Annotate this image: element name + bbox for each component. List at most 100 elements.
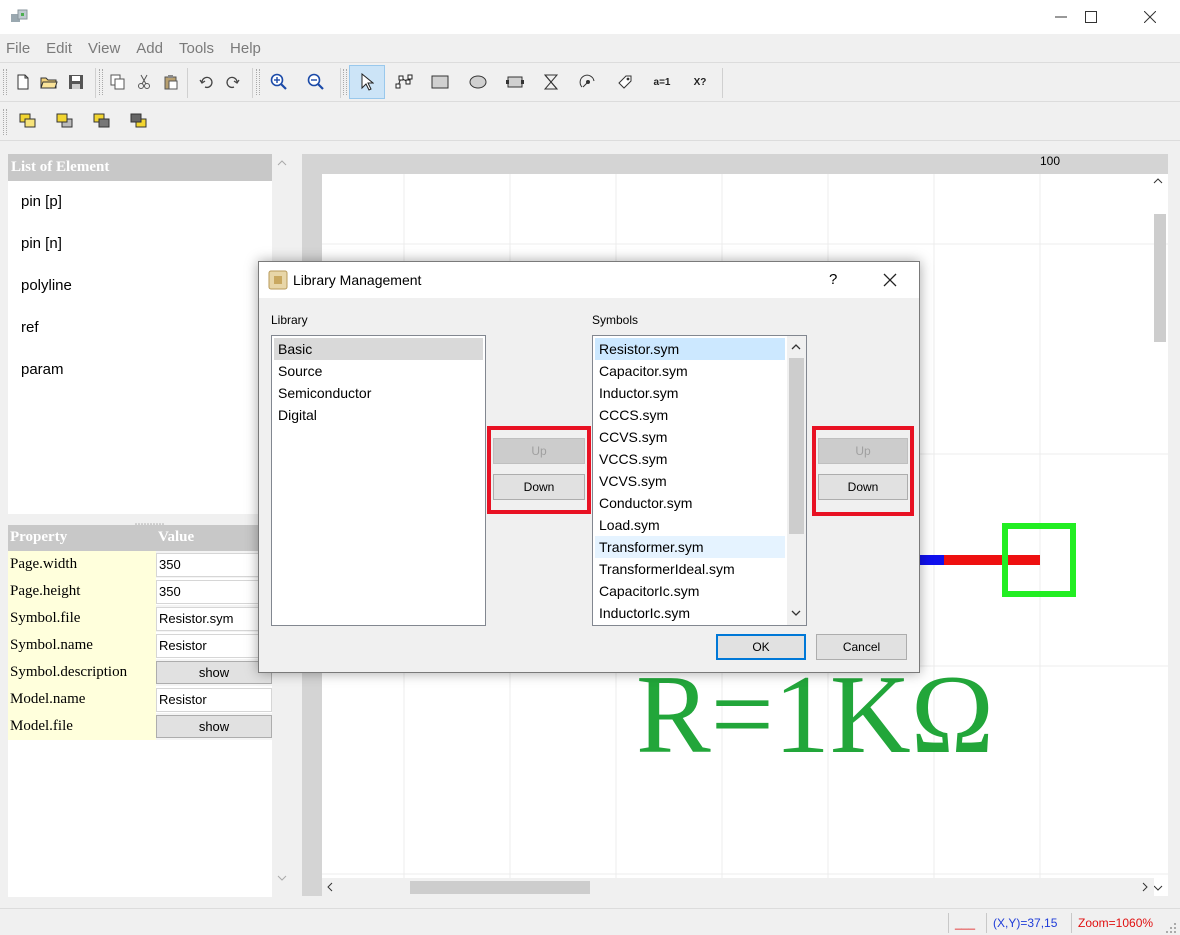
- symbol-up-button[interactable]: Up: [818, 438, 908, 464]
- canvas-vscroll-thumb[interactable]: [1154, 214, 1166, 342]
- undo-icon[interactable]: [192, 68, 220, 96]
- redo-icon[interactable]: [219, 68, 247, 96]
- ok-button[interactable]: OK: [716, 634, 806, 660]
- zoom-in-icon[interactable]: [265, 68, 293, 96]
- paste-icon[interactable]: [157, 68, 185, 96]
- element-item[interactable]: ref: [8, 307, 272, 349]
- toolbar-grip[interactable]: [3, 109, 7, 135]
- symbol-item[interactable]: VCVS.sym: [595, 470, 785, 492]
- element-list-panel: List of Element pin [p] pin [n] polyline…: [8, 154, 272, 514]
- open-folder-icon[interactable]: [35, 68, 63, 96]
- symbols-scrollbar[interactable]: [787, 336, 806, 625]
- symbol-item[interactable]: Conductor.sym: [595, 492, 785, 514]
- resize-grip-icon[interactable]: [1164, 921, 1178, 935]
- value-column-header: Value: [158, 529, 195, 545]
- symbol-item[interactable]: Resistor.sym: [595, 338, 785, 360]
- param-assign-button[interactable]: a=1: [648, 68, 676, 96]
- zoom-out-icon[interactable]: [302, 68, 330, 96]
- new-file-icon[interactable]: [9, 68, 37, 96]
- query-button[interactable]: X?: [686, 68, 714, 96]
- copy-icon[interactable]: [104, 68, 132, 96]
- property-row: Symbol.file Resistor.sym: [8, 605, 272, 632]
- menu-edit[interactable]: Edit: [46, 38, 72, 60]
- symbol-item[interactable]: InductorIc.sym: [595, 602, 785, 624]
- canvas-hscroll[interactable]: [322, 878, 1154, 896]
- arc-tool-icon[interactable]: [537, 68, 565, 96]
- library-item-semiconductor[interactable]: Semiconductor: [274, 382, 483, 404]
- toolbar-grip[interactable]: [256, 69, 260, 95]
- symbol-item[interactable]: CapacitorIc.sym: [595, 580, 785, 602]
- menu-add[interactable]: Add: [136, 38, 163, 60]
- curve-tool-icon[interactable]: [574, 68, 602, 96]
- main-toolbar: a=1 X?: [0, 62, 1180, 102]
- symbol-down-button[interactable]: Down: [818, 474, 908, 500]
- page-height-field[interactable]: 350: [156, 579, 272, 604]
- library-item-source[interactable]: Source: [274, 360, 483, 382]
- symbol-item[interactable]: Transformer.sym: [595, 536, 785, 558]
- symbol-name-field[interactable]: Resistor: [156, 633, 272, 658]
- symbols-scroll-thumb[interactable]: [789, 358, 804, 534]
- symbol-item[interactable]: CCVS.sym: [595, 426, 785, 448]
- dialog-titlebar: Library Management ?: [259, 262, 919, 298]
- property-header: Property Value: [8, 525, 272, 551]
- ellipse-tool-icon[interactable]: [464, 68, 492, 96]
- select-pointer-icon[interactable]: [349, 65, 385, 99]
- property-key: Symbol.description: [8, 659, 156, 686]
- bring-to-front-icon[interactable]: [14, 107, 42, 135]
- rectangle-tool-icon[interactable]: [426, 68, 454, 96]
- menu-help[interactable]: Help: [230, 38, 261, 60]
- polyline-tool-icon[interactable]: [390, 68, 418, 96]
- library-down-button[interactable]: Down: [493, 474, 585, 500]
- property-column-header: Property: [10, 529, 68, 545]
- bring-forward-icon[interactable]: [51, 107, 79, 135]
- page-width-field[interactable]: 350: [156, 552, 272, 577]
- line-style-sample: ___: [948, 913, 986, 933]
- element-item[interactable]: pin [n]: [8, 223, 272, 265]
- element-item[interactable]: polyline: [8, 265, 272, 307]
- symbol-item[interactable]: TransformerIdeal.sym: [595, 558, 785, 580]
- element-item[interactable]: param: [8, 349, 272, 391]
- panel-splitter[interactable]: [8, 516, 272, 525]
- symbol-item[interactable]: Load.sym: [595, 514, 785, 536]
- symbol-file-field[interactable]: Resistor.sym: [156, 606, 272, 631]
- menu-file[interactable]: File: [6, 38, 30, 60]
- symbols-list[interactable]: Resistor.sym Capacitor.sym Inductor.sym …: [592, 335, 807, 626]
- menu-tools[interactable]: Tools: [179, 38, 214, 60]
- cut-icon[interactable]: [130, 68, 158, 96]
- property-row: Symbol.name Resistor: [8, 632, 272, 659]
- property-key: Page.height: [8, 578, 156, 605]
- send-to-back-icon[interactable]: [125, 107, 153, 135]
- dialog-close-icon[interactable]: [883, 273, 897, 287]
- toolbar-grip[interactable]: [99, 69, 103, 95]
- send-backward-icon[interactable]: [88, 107, 116, 135]
- dialog-title: Library Management: [293, 272, 422, 288]
- property-row: Page.width 350: [8, 551, 272, 578]
- cursor-coordinates: (X,Y)=37,15: [986, 913, 1068, 933]
- toolbar-grip[interactable]: [343, 69, 347, 95]
- library-up-button[interactable]: Up: [493, 438, 585, 464]
- library-item-basic[interactable]: Basic: [274, 338, 483, 360]
- pin-tool-icon[interactable]: [501, 68, 529, 96]
- save-icon[interactable]: [62, 68, 90, 96]
- symbol-item[interactable]: CCCS.sym: [595, 404, 785, 426]
- library-item-digital[interactable]: Digital: [274, 404, 483, 426]
- model-file-show-button[interactable]: show: [156, 715, 272, 738]
- library-list[interactable]: Basic Source Semiconductor Digital: [271, 335, 486, 626]
- menu-view[interactable]: View: [88, 38, 120, 60]
- model-name-field[interactable]: Resistor: [156, 687, 272, 712]
- maximize-icon[interactable]: [1062, 0, 1120, 34]
- cancel-button[interactable]: Cancel: [816, 634, 907, 660]
- text-label-tool-icon[interactable]: [611, 68, 639, 96]
- symbol-description-show-button[interactable]: show: [156, 661, 272, 684]
- symbol-item[interactable]: VCCS.sym: [595, 448, 785, 470]
- element-item[interactable]: pin [p]: [8, 181, 272, 223]
- symbol-item[interactable]: Inductor.sym: [595, 382, 785, 404]
- property-key: Symbol.file: [8, 605, 156, 632]
- symbol-item[interactable]: Capacitor.sym: [595, 360, 785, 382]
- property-key: Model.name: [8, 686, 156, 713]
- dialog-help-button[interactable]: ?: [829, 271, 837, 288]
- toolbar-grip[interactable]: [3, 69, 7, 95]
- window-titlebar: [0, 0, 1180, 34]
- library-management-dialog: Library Management ? Library Symbols Bas…: [258, 261, 920, 673]
- close-window-icon[interactable]: [1121, 0, 1179, 34]
